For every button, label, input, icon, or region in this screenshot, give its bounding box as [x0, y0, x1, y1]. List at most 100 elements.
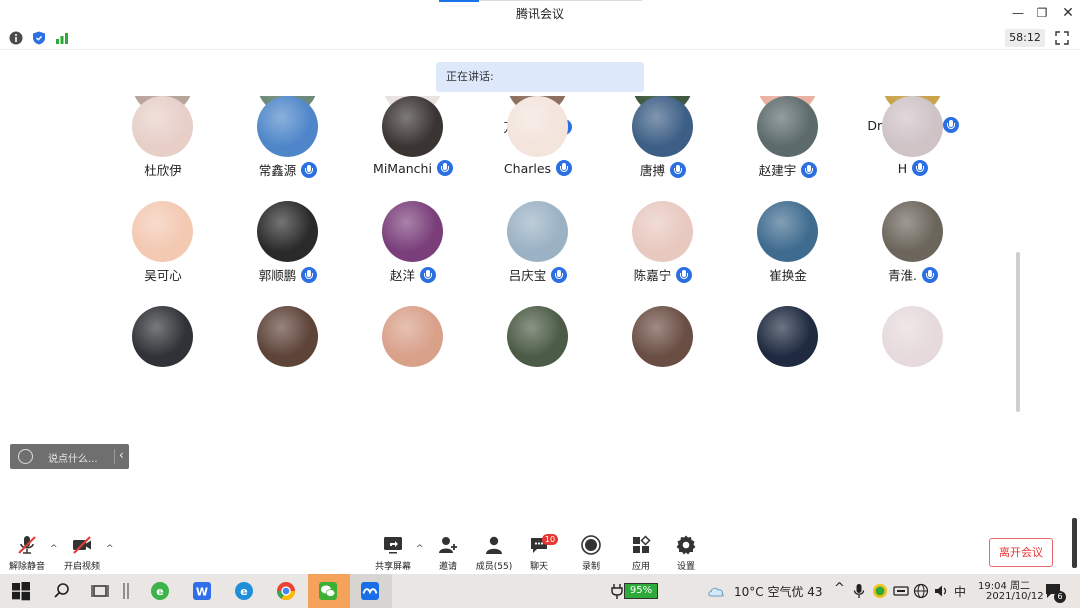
minimize-button[interactable]: —: [1005, 3, 1031, 23]
participant-tile[interactable]: [343, 306, 483, 411]
network-signal-icon[interactable]: [55, 31, 69, 45]
participant-avatar: [132, 306, 193, 367]
tray-overflow-caret[interactable]: ^: [834, 581, 845, 596]
participant-name-row: H: [843, 160, 983, 176]
toolbar-side-handle[interactable]: [1072, 518, 1077, 568]
search-icon[interactable]: [52, 581, 72, 601]
participant-name: 赵建宇: [758, 163, 797, 178]
emoji-icon[interactable]: [18, 449, 33, 464]
participant-avatar: [382, 201, 443, 262]
task-view-icon[interactable]: [90, 581, 110, 601]
mic-on-icon: [436, 160, 453, 176]
mic-on-icon: [801, 161, 818, 178]
share-options-caret[interactable]: ^: [416, 544, 424, 554]
members-icon: [486, 536, 502, 554]
clock-date[interactable]: 2021/10/12: [986, 591, 1044, 602]
participant-avatar: [882, 306, 943, 367]
cloud-weather-icon[interactable]: [706, 581, 726, 601]
apps-button[interactable]: 应用: [618, 534, 664, 574]
participant-tile[interactable]: [593, 306, 733, 411]
security-shield-icon[interactable]: [32, 31, 46, 45]
tencent-meeting-taskbar-button[interactable]: [350, 574, 392, 608]
svg-text:W: W: [196, 586, 208, 599]
participant-tile[interactable]: [843, 306, 983, 411]
record-button[interactable]: 录制: [568, 534, 614, 574]
globe-network-icon[interactable]: [913, 581, 929, 601]
video-options-caret[interactable]: ^: [106, 544, 114, 554]
close-button[interactable]: ✕: [1055, 3, 1080, 23]
microphone-tray-icon[interactable]: [852, 581, 866, 601]
meeting-timer: 58:12: [1005, 29, 1045, 47]
wps-writer-icon[interactable]: W: [192, 581, 212, 601]
info-icon[interactable]: [9, 31, 23, 45]
participant-avatar: [382, 306, 443, 367]
mic-on-icon: [921, 266, 938, 283]
maximize-button[interactable]: ❐: [1029, 3, 1055, 23]
speaker-volume-icon[interactable]: [933, 581, 949, 601]
fullscreen-icon[interactable]: [1054, 30, 1070, 46]
participant-tile[interactable]: 青淮.: [843, 201, 983, 306]
participant-name-row: 青淮.: [843, 265, 983, 284]
participant-name: 陈嘉宁: [633, 268, 672, 283]
security-tray-icon[interactable]: [872, 581, 888, 601]
meeting-toolbar: 解除静音 ^ 开启视频 ^ 共享屏幕 ^ 邀请 成员(55) 聊天 录制 应用 …: [0, 530, 1080, 574]
ie-browser-icon[interactable]: e: [234, 581, 254, 601]
audio-options-caret[interactable]: ^: [50, 544, 58, 554]
taskbar-separator-icon: [123, 583, 129, 599]
windows-start-icon[interactable]: [11, 581, 31, 601]
participant-tile[interactable]: 崔换金: [718, 201, 858, 306]
participant-avatar: [507, 96, 568, 157]
record-label: 录制: [581, 562, 600, 572]
weather-text[interactable]: 10°C 空气优 43: [734, 583, 823, 600]
wechat-icon: [319, 582, 337, 600]
power-plug-icon[interactable]: [610, 581, 624, 601]
participant-avatar: [632, 306, 693, 367]
participant-tile[interactable]: [718, 306, 858, 411]
participant-tile[interactable]: 赵建宇: [718, 96, 858, 201]
chevron-left-icon[interactable]: ‹: [119, 448, 124, 462]
input-method-indicator[interactable]: 中: [954, 583, 966, 600]
participant-name-row: 赵建宇: [718, 160, 858, 179]
participant-name: 常鑫源: [258, 163, 297, 178]
start-video-button[interactable]: 开启视频: [59, 534, 105, 574]
mic-on-icon: [301, 161, 318, 178]
share-screen-button[interactable]: 共享屏幕: [370, 534, 416, 574]
participant-tile[interactable]: H: [843, 96, 983, 201]
grid-scrollbar[interactable]: [1016, 252, 1020, 412]
participant-avatar: [632, 96, 693, 157]
invite-button[interactable]: 邀请: [425, 534, 471, 574]
participant-tile[interactable]: 陈嘉宁: [593, 201, 733, 306]
svg-text:e: e: [156, 585, 163, 598]
speaking-indicator: 正在讲话:: [436, 62, 644, 92]
participant-tile[interactable]: 杜欣伊: [93, 96, 233, 201]
keyboard-tray-icon[interactable]: [893, 581, 909, 601]
participant-avatar: [882, 201, 943, 262]
participant-tile[interactable]: [468, 306, 608, 411]
participant-tile[interactable]: [93, 306, 233, 411]
participant-tile[interactable]: [218, 306, 358, 411]
wechat-taskbar-button[interactable]: [308, 574, 350, 608]
clock-time[interactable]: 19:04 周二: [978, 577, 1030, 592]
participant-tile[interactable]: Charles: [468, 96, 608, 201]
mic-on-icon: [551, 266, 568, 283]
settings-button[interactable]: 设置: [663, 534, 709, 574]
participant-tile[interactable]: MiManchi: [343, 96, 483, 201]
unmute-button[interactable]: 解除静音: [4, 534, 50, 574]
battery-indicator[interactable]: 95%: [624, 583, 658, 599]
participant-tile[interactable]: 常鑫源: [218, 96, 358, 201]
participant-tile[interactable]: 吕庆宝: [468, 201, 608, 306]
members-button[interactable]: 成员(55): [471, 534, 517, 574]
browser-360-icon[interactable]: e: [150, 581, 170, 601]
participant-name-row: 郭顺鹏: [218, 265, 358, 284]
participant-name: 郭顺鹏: [258, 268, 297, 283]
participant-avatar: [382, 96, 443, 157]
chrome-icon[interactable]: [276, 581, 296, 601]
chat-quick-input[interactable]: 说点什么... ‹: [10, 444, 129, 469]
participant-tile[interactable]: 唐搏: [593, 96, 733, 201]
participant-tile[interactable]: 吴可心: [93, 201, 233, 306]
leave-meeting-button[interactable]: 离开会议: [989, 538, 1053, 567]
participant-name-row: 常鑫源: [218, 160, 358, 179]
notification-count-badge: 6: [1054, 591, 1066, 603]
participant-tile[interactable]: 郭顺鹏: [218, 201, 358, 306]
participant-tile[interactable]: 赵洋: [343, 201, 483, 306]
